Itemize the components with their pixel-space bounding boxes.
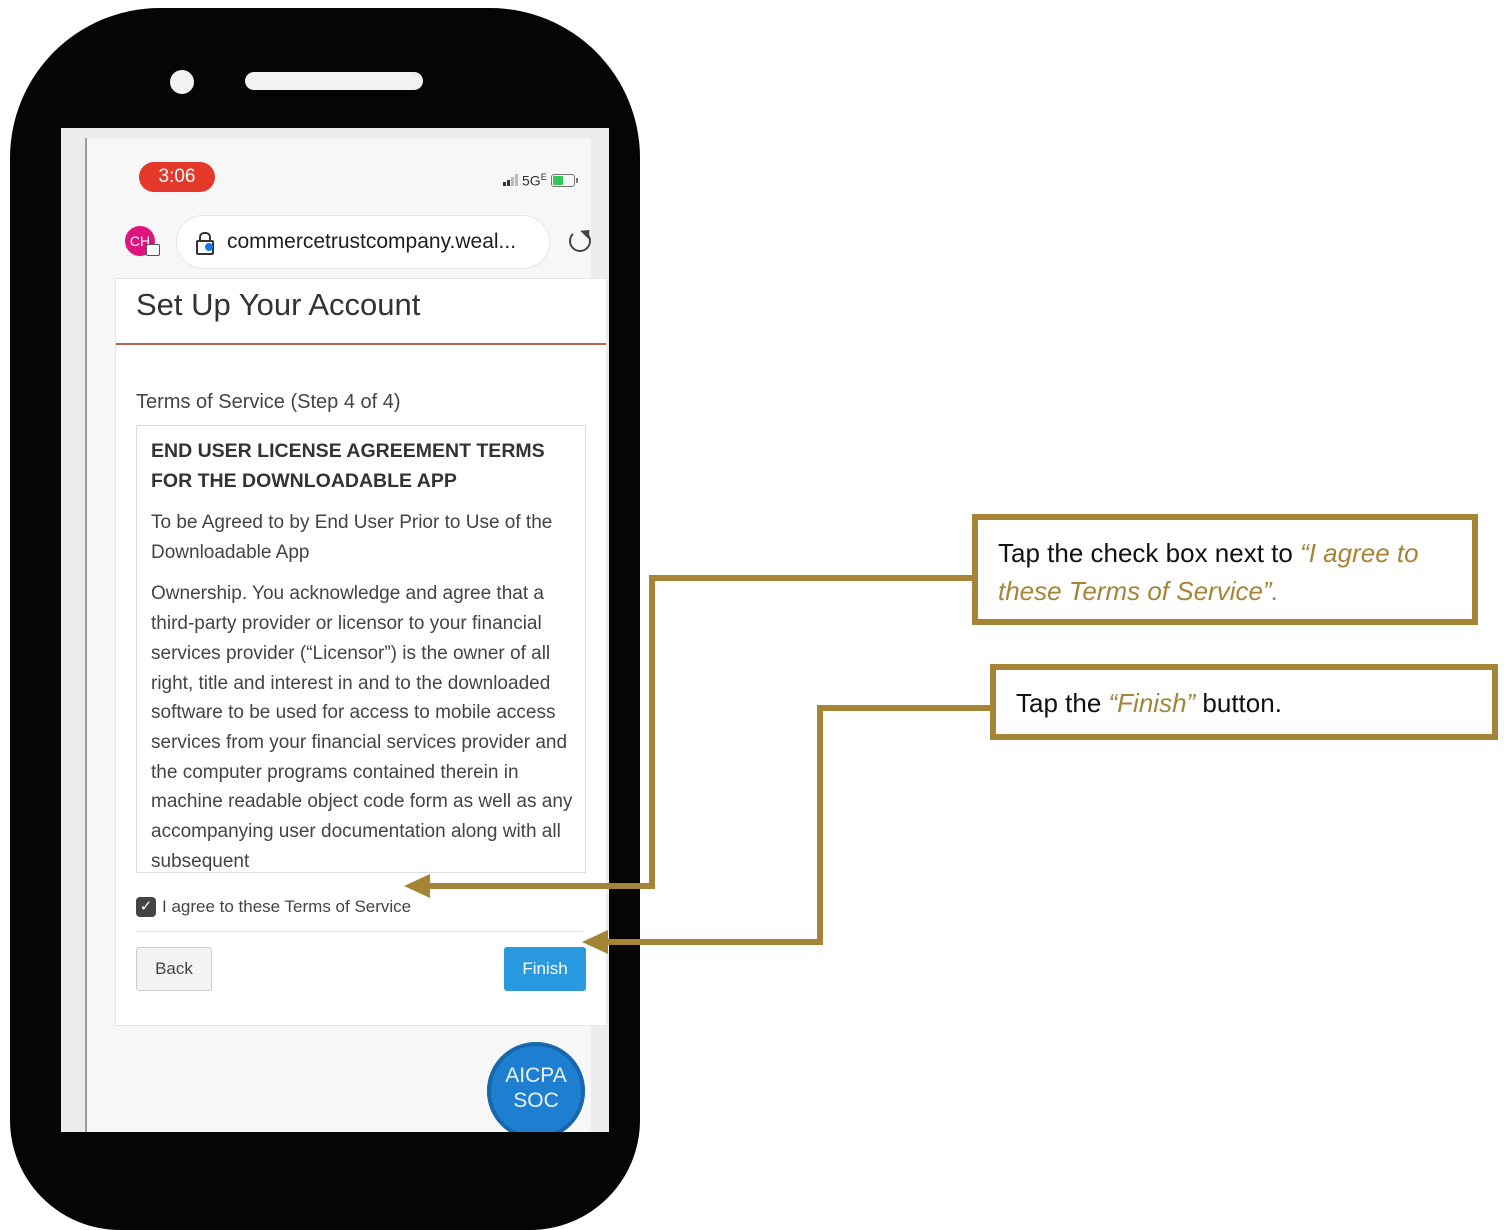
callout-finish-highlight: “Finish” bbox=[1108, 688, 1196, 718]
callout-finish-prefix: Tap the bbox=[1016, 688, 1109, 718]
callout-finish-instruction: Tap the “Finish” button. bbox=[990, 664, 1498, 740]
finish-arrowhead bbox=[582, 930, 608, 954]
checkbox-arrowhead bbox=[404, 874, 430, 898]
callout-checkbox-instruction: Tap the check box next to “I agree to th… bbox=[972, 514, 1478, 625]
callout-checkbox-prefix: Tap the check box next to bbox=[998, 538, 1301, 568]
checkbox-callout-line bbox=[430, 575, 972, 889]
callout-finish-suffix: button. bbox=[1195, 688, 1282, 718]
finish-callout-line bbox=[606, 705, 998, 945]
